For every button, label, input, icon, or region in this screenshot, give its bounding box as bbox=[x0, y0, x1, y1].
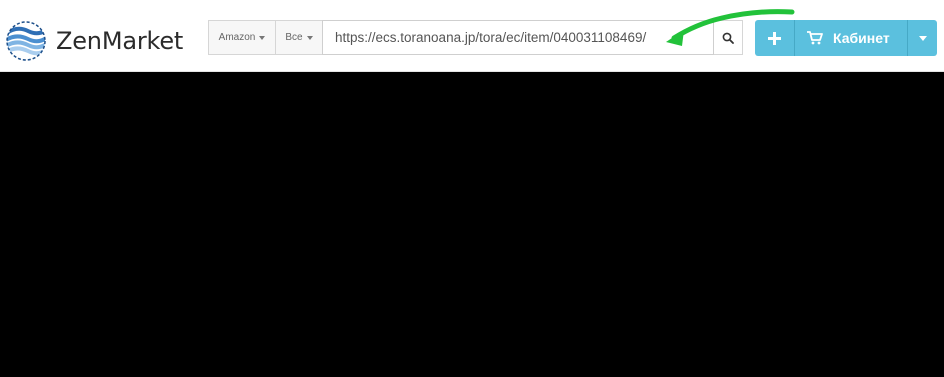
search-bar: Amazon Все bbox=[208, 20, 743, 55]
plus-icon bbox=[768, 31, 781, 45]
search-input[interactable] bbox=[322, 20, 714, 55]
store-dropdown-label: Amazon bbox=[218, 32, 256, 43]
chevron-down-icon bbox=[918, 35, 927, 41]
category-dropdown[interactable]: Все bbox=[275, 20, 322, 55]
app-name: ZenMarket bbox=[56, 27, 184, 55]
cabinet-button-label: Кабинет bbox=[833, 30, 890, 46]
category-dropdown-label: Все bbox=[285, 32, 303, 43]
cart-icon bbox=[807, 31, 823, 45]
chevron-down-icon bbox=[259, 35, 266, 40]
chevron-down-icon bbox=[306, 35, 313, 40]
cabinet-menu-toggle[interactable] bbox=[907, 20, 937, 56]
account-actions: Кабинет bbox=[755, 20, 937, 56]
add-funds-button[interactable] bbox=[755, 20, 795, 56]
logo[interactable]: ZenMarket bbox=[6, 21, 183, 61]
blank-content-area bbox=[0, 72, 944, 377]
search-button[interactable] bbox=[714, 20, 743, 55]
cabinet-button[interactable]: Кабинет bbox=[795, 20, 907, 56]
search-icon bbox=[722, 32, 734, 44]
site-header: ZenMarket Amazon Все https://ecs.toranoa… bbox=[0, 0, 944, 72]
store-dropdown[interactable]: Amazon bbox=[208, 20, 275, 55]
zenmarket-logo-icon bbox=[6, 21, 46, 61]
